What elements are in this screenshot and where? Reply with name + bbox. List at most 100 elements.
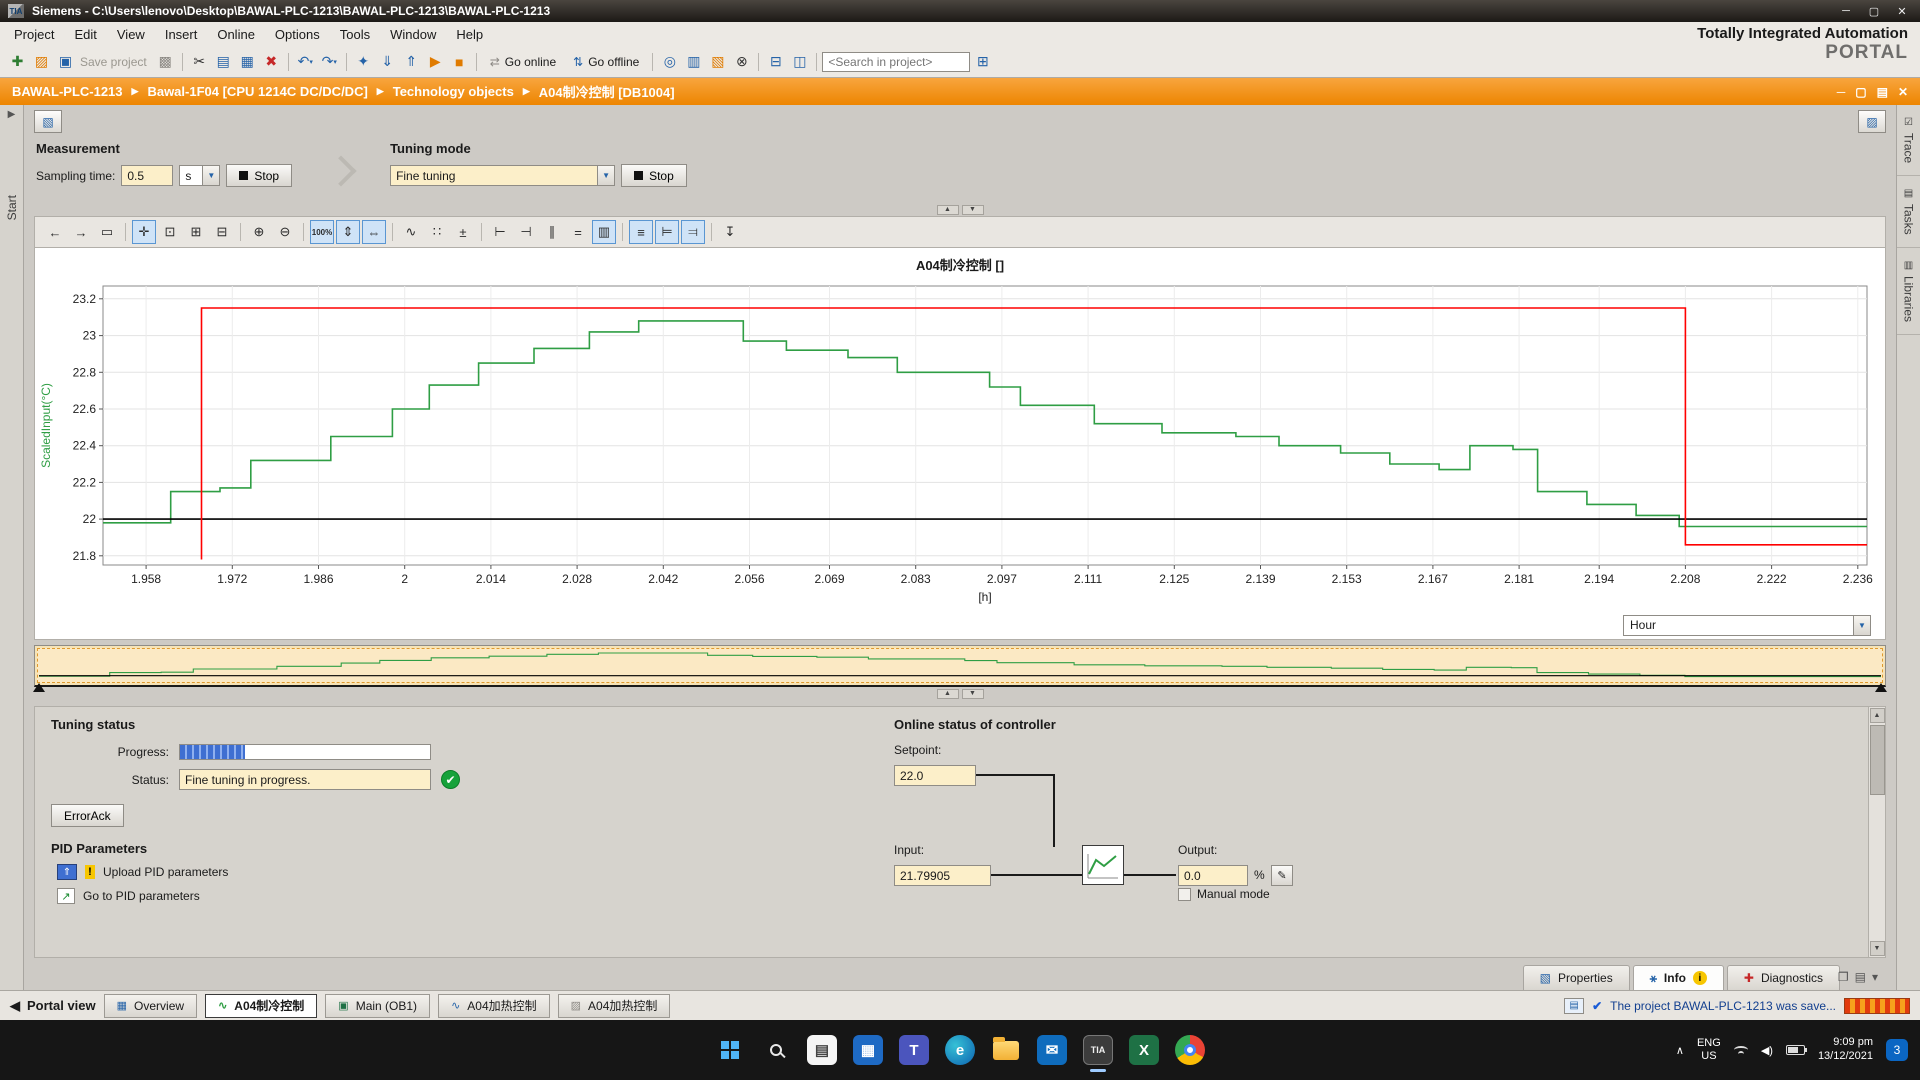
menu-tools[interactable]: Tools — [330, 24, 380, 45]
breadcrumb-project[interactable]: BAWAL-PLC-1213 — [12, 84, 123, 99]
wifi-icon[interactable] — [1734, 1046, 1748, 1054]
expand-panel-icon[interactable]: ▾ — [1872, 970, 1878, 984]
cut-icon[interactable]: ✂ — [188, 50, 211, 73]
forward-view-icon[interactable]: → — [69, 220, 93, 244]
time-base-dropdown-icon[interactable]: ▼ — [1853, 616, 1870, 635]
autoscale-x-icon[interactable]: ⇔ — [362, 220, 386, 244]
cursor-select-icon[interactable]: ▭ — [95, 220, 119, 244]
restore-icon[interactable]: ▧ — [706, 50, 729, 73]
breadcrumb-technology-objects[interactable]: Technology objects — [393, 84, 514, 99]
scroll-down-icon[interactable]: ▼ — [1870, 941, 1885, 956]
save-project-label[interactable]: Save project — [80, 55, 147, 69]
search-button[interactable] — [761, 1035, 791, 1065]
search-input[interactable] — [822, 52, 970, 72]
editor-tab-heating-control-trace[interactable]: ∿ A04加热控制 — [438, 994, 550, 1018]
collapse-down-icon[interactable]: ▼ — [962, 205, 984, 215]
output-edit-button[interactable]: ✎ — [1271, 865, 1293, 886]
breadcrumb-object[interactable]: A04制冷控制 [DB1004] — [539, 82, 675, 101]
legend-icon[interactable]: ≡ — [629, 220, 653, 244]
browser-icon[interactable] — [1175, 1035, 1205, 1065]
upload-from-device-icon[interactable]: ⇑ — [400, 50, 423, 73]
tray-expand-icon[interactable]: ∧ — [1676, 1044, 1684, 1057]
editor-tab-cooling-control[interactable]: ∿ A04制冷控制 — [205, 994, 317, 1018]
undo-button[interactable]: ↶▾ — [294, 50, 317, 73]
excel-icon[interactable]: X — [1129, 1035, 1159, 1065]
cross-reference-icon[interactable]: ⊗ — [730, 50, 753, 73]
editor-dock-icon[interactable]: ▤ — [1877, 85, 1888, 99]
menu-options[interactable]: Options — [265, 24, 330, 45]
collapse-panel-icon[interactable]: ▤ — [1855, 970, 1866, 984]
split-editor-vertical-icon[interactable]: ◫ — [788, 50, 811, 73]
upload-pid-row[interactable]: ⇑ ! Upload PID parameters — [57, 864, 870, 880]
save-project-icon[interactable]: ▣ — [54, 50, 77, 73]
scrollbar-thumb[interactable] — [1870, 725, 1885, 795]
zoom-100-icon[interactable]: 100% — [310, 220, 334, 244]
interpolation-icon[interactable]: ∿ — [399, 220, 423, 244]
zoom-y-region-icon[interactable]: ⊟ — [210, 220, 234, 244]
editor-minimize-icon[interactable]: ─ — [1837, 85, 1846, 99]
start-button[interactable] — [715, 1035, 745, 1065]
trace-options-icon[interactable]: ▨ — [1858, 110, 1886, 133]
panel-scrollbar[interactable]: ▲ ▼ — [1868, 707, 1885, 957]
go-offline-button[interactable]: ⇅ Go offline — [565, 50, 647, 73]
teams-icon[interactable]: T — [899, 1035, 929, 1065]
tuning-stop-button[interactable]: Stop — [621, 164, 687, 187]
scroll-up-icon[interactable]: ▲ — [1870, 708, 1885, 723]
close-window-icon[interactable]: ✕ — [1892, 3, 1912, 19]
go-online-button[interactable]: ⇄ Go online — [482, 50, 564, 73]
autoscale-y-icon[interactable]: ⇕ — [336, 220, 360, 244]
download-to-device-icon[interactable]: ⇓ — [376, 50, 399, 73]
goto-pid-row[interactable]: ↗ Go to PID parameters — [57, 888, 870, 904]
editor-close-icon[interactable]: ✕ — [1898, 85, 1908, 99]
tab-info[interactable]: ⚹ Info i — [1633, 965, 1724, 990]
editor-tab-main-ob1[interactable]: ▣ Main (OB1) — [325, 994, 430, 1018]
tuning-mode-select[interactable]: Fine tuning — [390, 165, 598, 186]
volume-icon[interactable]: ◀) — [1761, 1044, 1773, 1057]
trace-configuration-icon[interactable]: ▧ — [34, 110, 62, 133]
tia-portal-icon[interactable]: TIA — [1083, 1035, 1113, 1065]
editor-restore-icon[interactable]: ▢ — [1855, 85, 1866, 99]
export-measurement-icon[interactable]: ↧ — [718, 220, 742, 244]
edge-icon[interactable]: e — [945, 1035, 975, 1065]
time-base-select[interactable]: Hour ▼ — [1623, 615, 1871, 636]
zoom-area-icon[interactable]: ⊡ — [158, 220, 182, 244]
trace-chart[interactable]: 21.82222.222.422.622.82323.21.9581.9721.… — [35, 276, 1885, 611]
zoom-x-region-icon[interactable]: ⊞ — [184, 220, 208, 244]
widgets-icon[interactable]: ▦ — [853, 1035, 883, 1065]
breadcrumb-device[interactable]: Bawal-1F04 [CPU 1214C DC/DC/DC] — [147, 84, 367, 99]
pan-icon[interactable]: ✛ — [132, 220, 156, 244]
notification-badge[interactable]: 3 — [1886, 1039, 1908, 1061]
menu-edit[interactable]: Edit — [64, 24, 106, 45]
sidebar-tab-trace[interactable]: ☑ Trace — [1897, 105, 1920, 176]
legend-right-icon[interactable]: ⫤ — [681, 220, 705, 244]
ruler-icon[interactable]: ▥ — [592, 220, 616, 244]
overview-left-handle[interactable] — [33, 683, 45, 692]
decimal-places-icon[interactable]: ± — [451, 220, 475, 244]
copy-icon[interactable]: ▤ — [212, 50, 235, 73]
minimize-window-icon[interactable]: ─ — [1836, 3, 1856, 19]
battery-icon[interactable] — [1786, 1045, 1805, 1055]
clock[interactable]: 9:09 pm 13/12/2021 — [1818, 1036, 1873, 1064]
online-diagnostics-icon[interactable]: ◎ — [658, 50, 681, 73]
collapse-up-icon[interactable]: ▲ — [937, 205, 959, 215]
tab-properties[interactable]: ▧ Properties — [1523, 965, 1630, 990]
sidebar-tab-tasks[interactable]: ▤ Tasks — [1897, 176, 1920, 248]
goto-pid-label[interactable]: Go to PID parameters — [83, 889, 200, 903]
menu-view[interactable]: View — [107, 24, 155, 45]
collapse-up-icon[interactable]: ▲ — [937, 689, 959, 699]
language-indicator[interactable]: ENG US — [1697, 1037, 1721, 1063]
menu-help[interactable]: Help — [446, 24, 493, 45]
sidebar-tab-start[interactable]: Start — [5, 195, 19, 220]
file-icon[interactable]: ▤ — [807, 1035, 837, 1065]
back-view-icon[interactable]: ← — [43, 220, 67, 244]
menu-project[interactable]: Project — [4, 24, 64, 45]
collapse-down-icon[interactable]: ▼ — [962, 689, 984, 699]
tuning-mode-dropdown-icon[interactable]: ▼ — [598, 165, 615, 186]
redo-button[interactable]: ↷▾ — [318, 50, 341, 73]
maximize-window-icon[interactable]: ▢ — [1864, 3, 1884, 19]
delete-icon[interactable]: ✖ — [260, 50, 283, 73]
sidebar-tab-libraries[interactable]: ▥ Libraries — [1897, 248, 1920, 335]
menu-insert[interactable]: Insert — [155, 24, 208, 45]
simulation-icon[interactable]: ▥ — [682, 50, 705, 73]
zoom-in-icon[interactable]: ⊕ — [247, 220, 271, 244]
